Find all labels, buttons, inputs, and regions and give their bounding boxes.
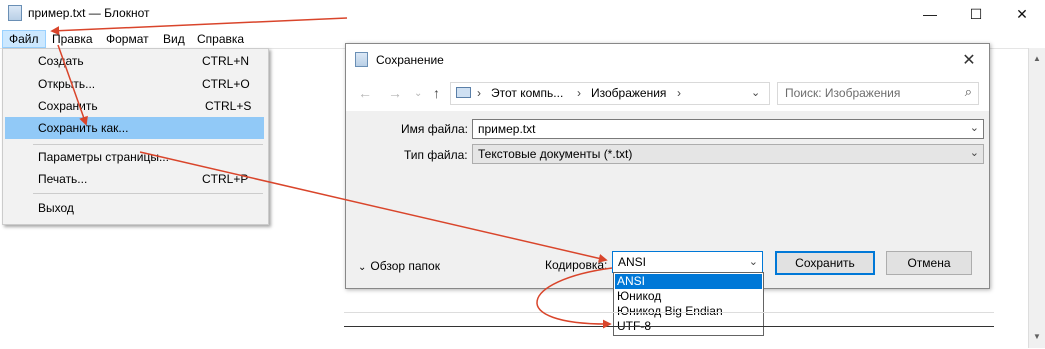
filename-input[interactable]: пример.txt ⌄ bbox=[472, 119, 984, 139]
up-icon[interactable]: ↑ bbox=[433, 85, 440, 101]
filename-label: Имя файла: bbox=[401, 122, 468, 136]
chevron-down-icon[interactable]: ⌄ bbox=[970, 121, 979, 134]
chevron-right-icon: › bbox=[477, 86, 481, 100]
cancel-button[interactable]: Отмена bbox=[886, 251, 972, 275]
menu-item-new[interactable]: Создать CTRL+N bbox=[5, 50, 264, 72]
scroll-down-icon[interactable]: ▼ bbox=[1033, 332, 1041, 341]
search-icon: ⌕ bbox=[964, 84, 972, 99]
encoding-label: Кодировка: bbox=[545, 258, 608, 272]
forward-icon[interactable]: → bbox=[388, 85, 402, 101]
back-icon[interactable]: ← bbox=[358, 85, 372, 101]
maximize-button[interactable]: ☐ bbox=[953, 0, 999, 28]
filetype-select[interactable]: Текстовые документы (*.txt) ⌄ bbox=[472, 144, 984, 164]
file-menu: Создать CTRL+N Открыть... CTRL+O Сохрани… bbox=[2, 48, 269, 225]
menu-item-save[interactable]: Сохранить CTRL+S bbox=[5, 95, 264, 117]
menu-item-save-as[interactable]: Сохранить как... bbox=[5, 117, 264, 139]
menu-item-open[interactable]: Открыть... CTRL+O bbox=[5, 73, 264, 95]
recent-chevron-icon[interactable]: ⌄ bbox=[414, 88, 422, 99]
search-input[interactable]: Поиск: Изображения bbox=[785, 86, 900, 100]
encoding-option-ansi[interactable]: ANSI bbox=[615, 274, 762, 289]
vertical-scrollbar[interactable]: ▲ ▼ bbox=[1028, 48, 1045, 348]
divider bbox=[344, 326, 994, 327]
scroll-up-icon[interactable]: ▲ bbox=[1033, 54, 1041, 63]
dialog-title-bar: Сохранение ✕ bbox=[346, 44, 989, 75]
divider bbox=[344, 312, 994, 313]
encoding-select[interactable]: ANSI ⌄ bbox=[612, 251, 763, 273]
computer-icon bbox=[456, 87, 471, 98]
menu-item-print[interactable]: Печать... CTRL+P bbox=[5, 168, 264, 190]
menu-edit[interactable]: Правка bbox=[46, 31, 99, 47]
save-button[interactable]: Сохранить bbox=[775, 251, 875, 275]
save-dialog: Сохранение ✕ ← → ⌄ ↑ › Этот компь... › И… bbox=[345, 43, 990, 289]
dialog-title: Сохранение bbox=[376, 53, 444, 67]
browse-folders-toggle[interactable]: ⌄ Обзор папок bbox=[358, 259, 440, 273]
notepad-title-bar: пример.txt — Блокнот — ☐ ✕ bbox=[0, 0, 1045, 28]
chevron-down-icon: ⌄ bbox=[748, 256, 758, 268]
menu-separator bbox=[33, 193, 263, 194]
encoding-option-unicode[interactable]: Юникод bbox=[615, 289, 762, 304]
address-dropdown-icon[interactable]: ⌄ bbox=[751, 86, 760, 99]
navigation-bar: ← → ⌄ ↑ › Этот компь... › Изображения › … bbox=[346, 75, 989, 112]
menu-separator bbox=[33, 144, 263, 145]
menu-format[interactable]: Формат bbox=[100, 31, 155, 47]
menu-file[interactable]: Файл bbox=[2, 30, 46, 48]
chevron-down-icon: ⌄ bbox=[358, 262, 367, 273]
search-box[interactable]: Поиск: Изображения ⌕ bbox=[777, 82, 979, 105]
breadcrumb-this-pc[interactable]: Этот компь... bbox=[491, 86, 563, 100]
menu-item-exit[interactable]: Выход bbox=[5, 197, 264, 219]
notepad-icon bbox=[8, 5, 22, 21]
chevron-right-icon: › bbox=[677, 86, 681, 100]
chevron-down-icon: ⌄ bbox=[969, 147, 979, 159]
notepad-title: пример.txt — Блокнот bbox=[28, 6, 150, 20]
notepad-icon bbox=[355, 52, 368, 67]
breadcrumb-pictures[interactable]: Изображения bbox=[591, 86, 666, 100]
dialog-close-button[interactable]: ✕ bbox=[954, 48, 984, 72]
address-bar[interactable]: › Этот компь... › Изображения › ⌄ bbox=[450, 82, 770, 105]
menu-item-page-setup[interactable]: Параметры страницы... bbox=[5, 146, 264, 168]
chevron-right-icon: › bbox=[577, 86, 581, 100]
minimize-button[interactable]: — bbox=[907, 0, 953, 28]
menu-help[interactable]: Справка bbox=[191, 31, 250, 47]
filetype-label: Тип файла: bbox=[404, 148, 468, 162]
dialog-form: Имя файла: пример.txt ⌄ Тип файла: Текст… bbox=[346, 111, 989, 288]
close-button[interactable]: ✕ bbox=[999, 0, 1045, 28]
menu-view[interactable]: Вид bbox=[157, 31, 191, 47]
